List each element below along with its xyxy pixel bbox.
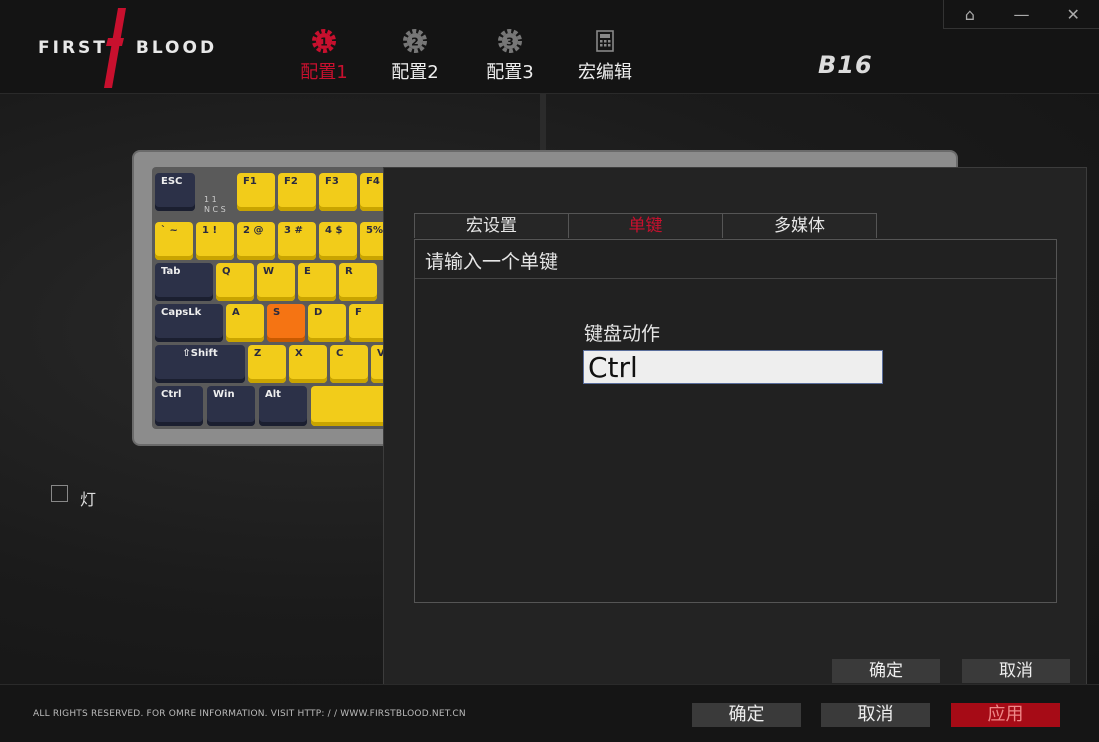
key-tilde[interactable]: ` ~ bbox=[155, 222, 193, 260]
panel-divider bbox=[415, 278, 1056, 279]
key-q[interactable]: Q bbox=[216, 263, 254, 301]
dialog-ok-button[interactable]: 确定 bbox=[832, 659, 940, 683]
cancel-button[interactable]: 取消 bbox=[821, 703, 930, 727]
key-r[interactable]: R bbox=[339, 263, 377, 301]
apply-button[interactable]: 应用 bbox=[951, 703, 1060, 727]
key-4[interactable]: 4 $ bbox=[319, 222, 357, 260]
window-controls: ⌂ — ✕ bbox=[943, 0, 1099, 29]
light-label: 灯 bbox=[80, 490, 97, 509]
keyboard-cable bbox=[540, 94, 546, 152]
profile-2-gear-icon: 2 bbox=[403, 29, 427, 53]
key-d[interactable]: D bbox=[308, 304, 346, 342]
tab-multimedia[interactable]: 多媒体 bbox=[722, 213, 877, 238]
ok-button[interactable]: 确定 bbox=[692, 703, 801, 727]
copyright-text: ALL RIGHTS RESERVED. FOR OMRE INFORMATIO… bbox=[33, 709, 466, 719]
key-alt[interactable]: Alt bbox=[259, 386, 307, 426]
calculator-icon bbox=[596, 30, 614, 52]
key-f2[interactable]: F2 bbox=[278, 173, 316, 211]
light-option: 灯 bbox=[51, 476, 96, 510]
key-1[interactable]: 1 ! bbox=[196, 222, 234, 260]
profile-3-gear-icon: 3 bbox=[498, 29, 522, 53]
key-w[interactable]: W bbox=[257, 263, 295, 301]
key-f[interactable]: F bbox=[349, 304, 387, 342]
logo-slash-icon bbox=[104, 8, 126, 88]
light-checkbox[interactable] bbox=[51, 484, 68, 502]
key-f3[interactable]: F3 bbox=[319, 173, 357, 211]
keyboard-action-label: 键盘动作 bbox=[584, 323, 661, 345]
tab-macro-edit[interactable]: 宏编辑 bbox=[574, 28, 636, 84]
key-e[interactable]: E bbox=[298, 263, 336, 301]
tab-macro-settings[interactable]: 宏设置 bbox=[414, 213, 569, 238]
firstblood-logo: FIRST BLOOD bbox=[38, 8, 217, 88]
key-x[interactable]: X bbox=[289, 345, 327, 383]
key-c[interactable]: C bbox=[330, 345, 368, 383]
key-f1[interactable]: F1 bbox=[237, 173, 275, 211]
key-capslock[interactable]: CapsLk bbox=[155, 304, 223, 342]
key-s-selected[interactable]: S bbox=[267, 304, 305, 342]
key-2[interactable]: 2 @ bbox=[237, 222, 275, 260]
tab-profile-1[interactable]: 1 配置1 bbox=[299, 28, 349, 84]
key-z[interactable]: Z bbox=[248, 345, 286, 383]
dialog-tabbar: 宏设置 单键 多媒体 bbox=[414, 213, 877, 238]
close-icon[interactable]: ✕ bbox=[1058, 5, 1088, 24]
tab-profile-2[interactable]: 2 配置2 bbox=[389, 28, 441, 84]
footer: ALL RIGHTS RESERVED. FOR OMRE INFORMATIO… bbox=[0, 684, 1099, 742]
key-esc[interactable]: ESC bbox=[155, 173, 195, 211]
svg-text:1: 1 bbox=[320, 36, 328, 49]
dialog-cancel-button[interactable]: 取消 bbox=[962, 659, 1070, 683]
key-shift[interactable]: ⇧Shift bbox=[155, 345, 245, 383]
model-name: B16 bbox=[818, 51, 873, 79]
key-ctrl[interactable]: Ctrl bbox=[155, 386, 203, 426]
single-key-panel: 请输入一个单键 键盘动作 Ctrl bbox=[414, 239, 1057, 603]
svg-text:3: 3 bbox=[506, 36, 514, 49]
panel-prompt: 请输入一个单键 bbox=[425, 251, 559, 273]
key-3[interactable]: 3 # bbox=[278, 222, 316, 260]
keyboard-action-field[interactable]: Ctrl bbox=[583, 350, 883, 384]
svg-text:2: 2 bbox=[411, 36, 419, 49]
key-tab[interactable]: Tab bbox=[155, 263, 213, 301]
header: FIRST BLOOD ⌂ — ✕ 1 配置1 2 配置2 3 配置3 宏编辑 … bbox=[0, 0, 1099, 94]
key-a[interactable]: A bbox=[226, 304, 264, 342]
tab-profile-3[interactable]: 3 配置3 bbox=[484, 28, 536, 84]
indicator-lights: 1 1N C S bbox=[204, 195, 226, 214]
key-win[interactable]: Win bbox=[207, 386, 255, 426]
single-key-dialog: 宏设置 单键 多媒体 请输入一个单键 键盘动作 Ctrl 确定 取消 bbox=[383, 167, 1087, 698]
profile-1-gear-icon: 1 bbox=[312, 29, 336, 53]
minimize-icon[interactable]: — bbox=[1006, 5, 1036, 24]
home-icon[interactable]: ⌂ bbox=[955, 5, 985, 24]
tab-single-key[interactable]: 单键 bbox=[568, 213, 723, 238]
